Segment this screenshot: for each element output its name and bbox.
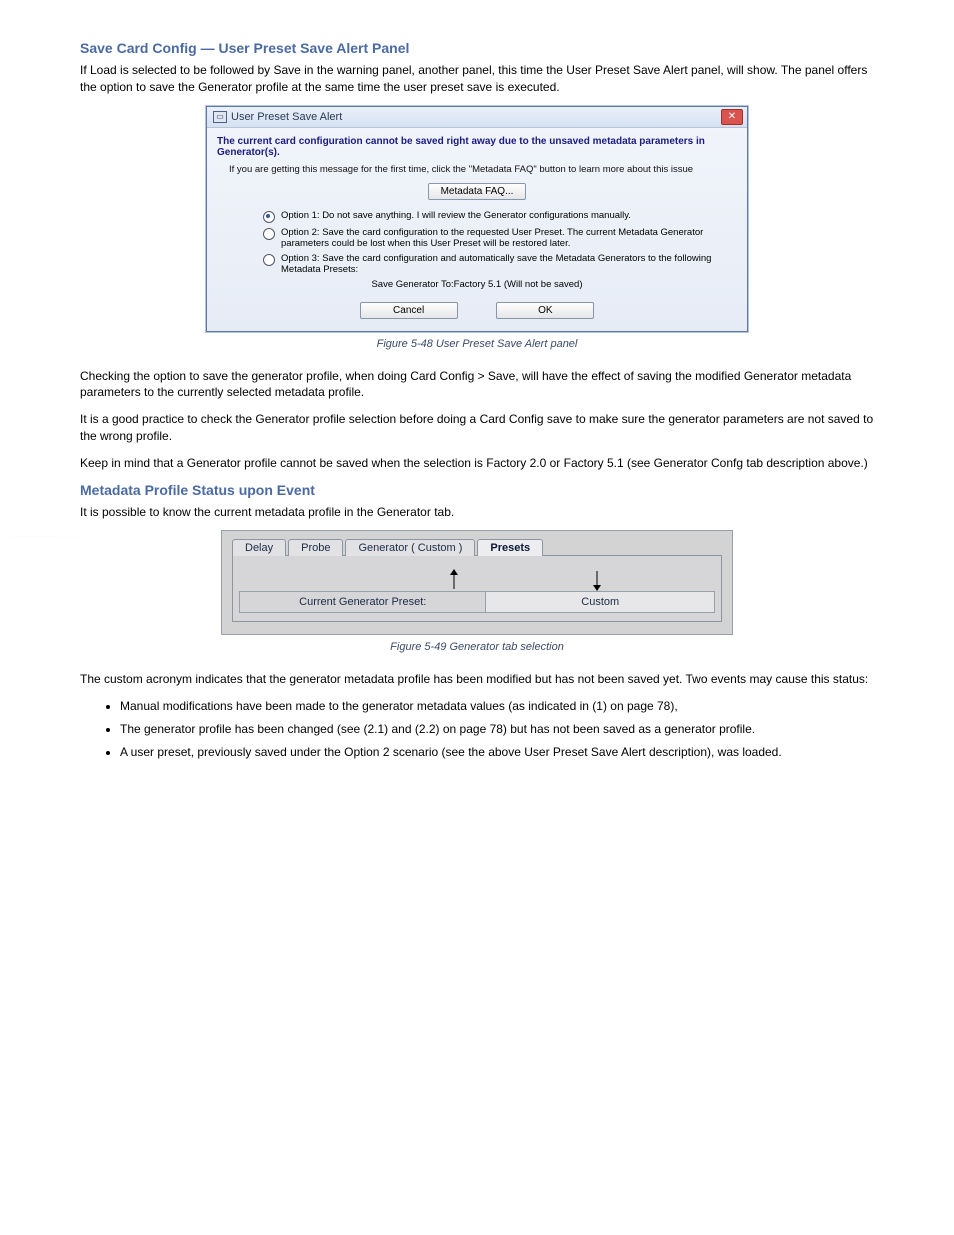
section-heading-save-alert: Save Card Config — User Preset Save Aler… (80, 40, 874, 56)
figure-caption-49: Figure 5-49 Generator tab selection (80, 641, 874, 653)
paragraph-sec2-1: Checking the option to save the generato… (80, 368, 874, 402)
tab-presets[interactable]: Presets (477, 539, 543, 556)
option1-radio[interactable] (263, 211, 275, 223)
bullet-list: Manual modifications have been made to t… (100, 698, 874, 760)
close-icon[interactable]: ✕ (721, 109, 743, 125)
list-item: A user preset, previously saved under th… (120, 744, 874, 761)
connector-line-icon (10, 536, 180, 537)
arrows-icon (239, 569, 715, 591)
option2-radio[interactable] (263, 228, 275, 240)
user-preset-save-alert-dialog: ▭ User Preset Save Alert ✕ The current c… (206, 106, 748, 332)
metadata-faq-button[interactable]: Metadata FAQ... (428, 183, 527, 200)
tab-delay[interactable]: Delay (232, 539, 286, 556)
option3-radio[interactable] (263, 254, 275, 266)
current-generator-preset-label: Current Generator Preset: (239, 591, 486, 613)
cancel-button[interactable]: Cancel (360, 302, 458, 319)
save-generator-to-line: Save Generator To:Factory 5.1 (Will not … (217, 279, 737, 290)
dialog-heading: The current card configuration cannot be… (217, 136, 737, 158)
paragraph-sec2-2: It is a good practice to check the Gener… (80, 411, 874, 445)
option2-label: Option 2: Save the card configuration to… (281, 227, 737, 249)
option1-label: Option 1: Do not save anything. I will r… (281, 210, 631, 221)
dialog-subtext: If you are getting this message for the … (229, 164, 737, 175)
tab-probe[interactable]: Probe (288, 539, 343, 556)
section-heading-metadata-status: Metadata Profile Status upon Event (80, 482, 874, 498)
dialog-title: User Preset Save Alert (231, 111, 342, 123)
tab-generator[interactable]: Generator ( Custom ) (345, 539, 475, 556)
paragraph-sec2-3: Keep in mind that a Generator profile ca… (80, 455, 874, 472)
paragraph-save-alert-intro: If Load is selected to be followed by Sa… (80, 62, 874, 96)
current-generator-preset-value: Custom (486, 591, 715, 613)
paragraph-sec3-lead: It is possible to know the current metad… (80, 504, 874, 521)
ok-button[interactable]: OK (496, 302, 594, 319)
paragraph-sec3-explain: The custom acronym indicates that the ge… (80, 671, 874, 688)
generator-tabs-screenshot: Delay Probe Generator ( Custom ) Presets (221, 530, 733, 635)
list-item: Manual modifications have been made to t… (120, 698, 874, 715)
dialog-titlebar: ▭ User Preset Save Alert ✕ (207, 107, 747, 128)
figure-caption-48: Figure 5-48 User Preset Save Alert panel (80, 338, 874, 350)
window-icon: ▭ (213, 111, 227, 123)
option3-label: Option 3: Save the card configuration an… (281, 253, 737, 275)
list-item: The generator profile has been changed (… (120, 721, 874, 738)
